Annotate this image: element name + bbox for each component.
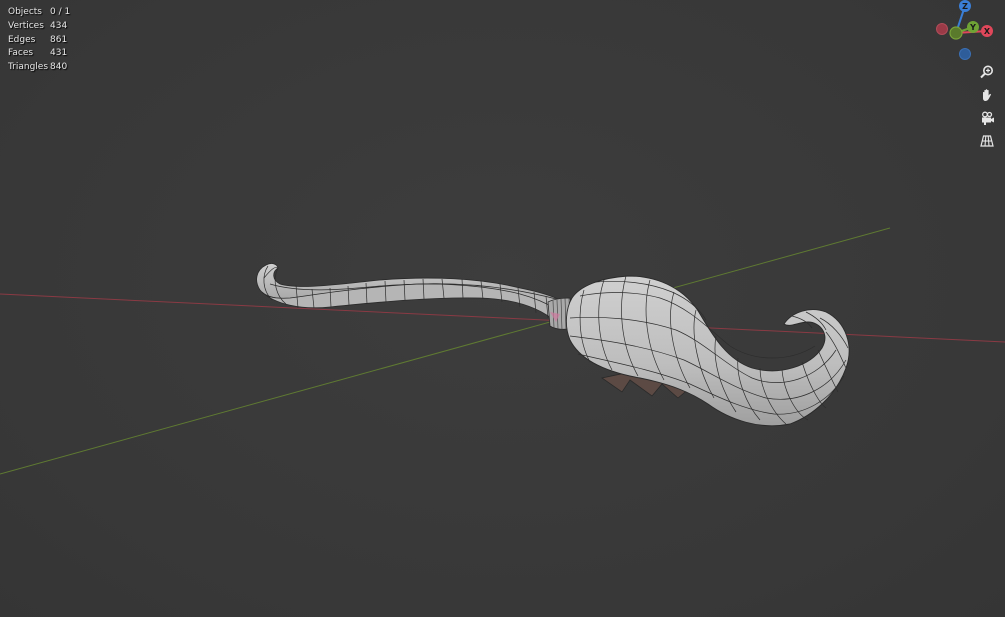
- mesh-object[interactable]: [256, 263, 850, 427]
- scene-statistics: Objects 0 / 1 Vertices 434 Edges 861 Fac…: [8, 6, 70, 75]
- stat-label: Triangles: [8, 62, 49, 73]
- z-axis-handle[interactable]: Z: [959, 0, 971, 12]
- stat-label: Faces: [8, 48, 34, 59]
- neg-x-axis-handle[interactable]: [936, 23, 948, 35]
- neg-z-axis-handle[interactable]: [959, 48, 971, 60]
- hand-icon: [983, 89, 991, 101]
- x-axis-handle[interactable]: X: [981, 25, 993, 37]
- stat-label: Vertices: [8, 20, 44, 31]
- camera-view-button[interactable]: [976, 108, 998, 128]
- stat-triangles: Triangles 840: [8, 61, 70, 75]
- stat-edges: Edges 861: [8, 34, 70, 48]
- camera-icon: [982, 111, 994, 125]
- neg-y-axis-handle[interactable]: [949, 26, 963, 40]
- stat-label: Objects: [8, 7, 43, 17]
- y-axis-label: Y: [969, 23, 976, 32]
- pan-button[interactable]: [976, 85, 998, 105]
- perspective-toggle-button[interactable]: [976, 131, 998, 151]
- z-axis-label: Z: [962, 2, 968, 11]
- x-axis-label: X: [984, 27, 991, 36]
- zoom-icon: [980, 65, 993, 79]
- navigation-gizmo[interactable]: Z Y X: [930, 0, 1000, 64]
- stat-value: 434: [50, 20, 68, 31]
- stat-value: 840: [50, 62, 68, 73]
- stat-value: 431: [50, 48, 68, 59]
- stat-objects: Objects 0 / 1: [8, 6, 70, 20]
- 3d-viewport[interactable]: Objects 0 / 1 Vertices 434 Edges 861 Fac…: [0, 0, 1005, 617]
- y-axis-line: [0, 227, 891, 475]
- stat-value: 0 / 1: [50, 7, 71, 17]
- stat-label: Edges: [8, 34, 36, 45]
- stat-value: 861: [50, 34, 68, 45]
- scene-canvas[interactable]: [0, 0, 1005, 617]
- y-axis-handle[interactable]: Y: [967, 21, 979, 33]
- stat-vertices: Vertices 434: [8, 20, 70, 34]
- zoom-button[interactable]: [976, 62, 998, 82]
- stat-faces: Faces 431: [8, 47, 70, 61]
- grid-perspective-icon: [980, 135, 994, 147]
